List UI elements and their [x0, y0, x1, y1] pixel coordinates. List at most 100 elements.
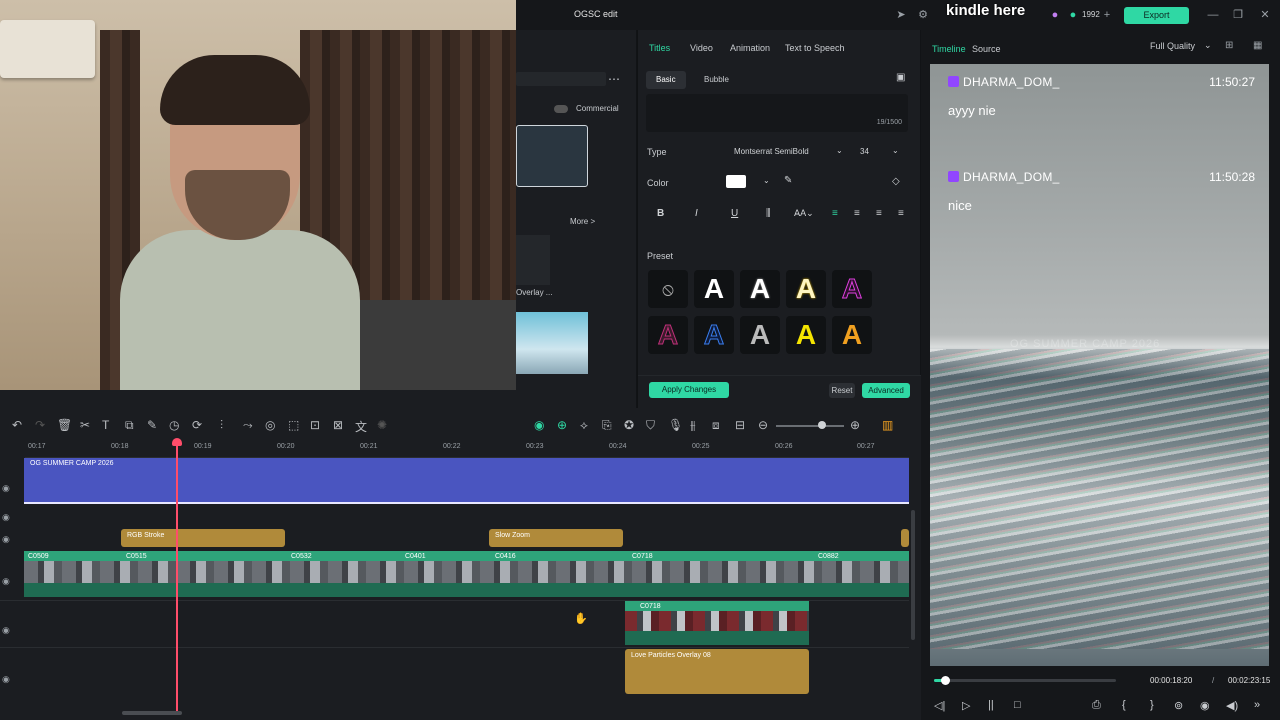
apply-changes-button[interactable]: Apply Changes — [649, 382, 729, 398]
zoom-slider-handle[interactable] — [818, 421, 826, 429]
main-video-track[interactable] — [24, 551, 909, 597]
preset-yellow[interactable]: A — [786, 316, 826, 354]
sticker-thumbnail[interactable] — [516, 312, 588, 374]
eyedropper-icon[interactable]: ✎ — [784, 175, 792, 186]
marker-tool-icon[interactable]: ⎘ — [602, 418, 612, 433]
chevron-down-icon[interactable]: ⌄ — [763, 176, 770, 185]
zoom-out-icon[interactable]: ⊖ — [758, 418, 768, 432]
render-icon[interactable]: ⊚ — [1174, 699, 1183, 712]
font-size-dropdown[interactable]: 34 — [860, 147, 869, 156]
vertical-scrollbar[interactable] — [911, 510, 915, 640]
snap-icon[interactable]: ⊕ — [557, 418, 567, 432]
overlay-thumbnail[interactable] — [516, 235, 550, 285]
tab-animation[interactable]: Animation — [730, 43, 770, 53]
keyframe-tool-icon[interactable]: ⟡ — [580, 418, 588, 433]
delete-icon[interactable]: 🗑 — [57, 418, 72, 432]
undo-icon[interactable]: ↶ — [12, 418, 22, 432]
preset-white-shadow[interactable]: A — [740, 270, 780, 308]
shield-icon[interactable]: ⛉ — [646, 418, 655, 433]
eye-icon[interactable]: ◉ — [2, 625, 10, 636]
pen-icon[interactable]: ✎ — [147, 418, 157, 432]
redo-icon[interactable]: ↷ — [35, 418, 45, 432]
eye-icon[interactable]: ◉ — [2, 534, 10, 545]
eye-icon[interactable]: ◉ — [2, 674, 10, 685]
preset-silver[interactable]: A — [740, 316, 780, 354]
eye-icon[interactable]: ◉ — [2, 483, 10, 494]
letter-spacing-icon[interactable]: ⫼ — [766, 208, 771, 219]
ai-icon[interactable]: ⟳ — [192, 418, 202, 432]
preset-blue-outline[interactable]: A — [694, 316, 734, 354]
reset-button[interactable]: Reset — [829, 383, 855, 398]
export-button[interactable]: Export — [1124, 7, 1189, 24]
text-case-icon[interactable]: ꓮA⌄ — [794, 208, 814, 219]
effect-clip-rgb-stroke[interactable]: RGB Stroke — [121, 529, 285, 547]
justify-icon[interactable]: ≡ — [898, 208, 904, 219]
export-frame-icon[interactable]: ⊠ — [333, 418, 343, 432]
title-clip[interactable]: OG SUMMER CAMP 2026 — [24, 458, 909, 504]
snapshot-icon[interactable]: ▦ — [1253, 40, 1262, 51]
preview-scrubber[interactable] — [934, 679, 1116, 682]
advanced-button[interactable]: Advanced — [862, 383, 910, 398]
motion-icon[interactable]: ⤳ — [243, 418, 253, 433]
more-options-icon[interactable]: ⋯ — [608, 72, 620, 86]
send-icon[interactable]: ➤ — [894, 8, 908, 22]
pause-icon[interactable]: || — [988, 699, 994, 711]
preset-orange[interactable]: A — [832, 316, 872, 354]
align-right-icon[interactable]: ≡ — [876, 208, 882, 219]
settings-icon[interactable]: ⚙ — [916, 8, 930, 22]
align-center-icon[interactable]: ≡ — [854, 208, 860, 219]
effect-clip-slow-zoom[interactable]: Slow Zoom — [489, 529, 623, 547]
eye-icon[interactable]: ◉ — [2, 512, 10, 523]
commercial-toggle[interactable] — [554, 105, 568, 113]
scrubber-handle[interactable] — [940, 676, 950, 685]
preset-pink-outline[interactable]: A — [832, 270, 872, 308]
save-preset-icon[interactable]: ▣ — [896, 72, 905, 83]
expand-icon[interactable]: » — [1254, 699, 1260, 711]
tab-text-to-speech[interactable]: Text to Speech — [785, 43, 845, 53]
selected-thumbnail[interactable] — [516, 125, 588, 187]
restore-icon[interactable]: ❐ — [1231, 8, 1245, 22]
auto-edit-icon[interactable]: ◉ — [534, 418, 544, 432]
zoom-slider[interactable] — [776, 425, 844, 427]
font-dropdown[interactable]: Montserrat SemiBold — [734, 147, 809, 156]
mark-out-icon[interactable]: } — [1150, 699, 1154, 711]
audio-split-icon[interactable]: ⫶ — [220, 418, 223, 433]
avatar-icon[interactable]: ● — [1048, 8, 1062, 22]
stabilize-icon[interactable]: ⬚ — [288, 418, 299, 432]
marker-icon[interactable]: ⎙ — [1092, 699, 1101, 712]
split-icon[interactable]: ✂ — [80, 418, 90, 432]
preset-white[interactable]: A — [694, 270, 734, 308]
eye-icon[interactable]: ◉ — [2, 576, 10, 587]
subtab-basic[interactable]: Basic — [646, 71, 686, 89]
preset-cream[interactable]: A — [786, 270, 826, 308]
italic-icon[interactable]: I — [695, 208, 698, 219]
search-bar[interactable] — [516, 72, 606, 86]
minimize-icon[interactable]: — — [1206, 8, 1220, 22]
previous-frame-icon[interactable]: ◁| — [934, 699, 945, 712]
stop-icon[interactable]: □ — [1014, 699, 1021, 711]
preset-dark-magenta[interactable]: A — [648, 316, 688, 354]
freeze-icon[interactable]: ⊡ — [310, 418, 320, 432]
close-icon[interactable]: ✕ — [1258, 8, 1272, 22]
more-link[interactable]: More > — [570, 217, 595, 226]
effect-clip-edge[interactable] — [901, 529, 909, 547]
playhead[interactable] — [176, 440, 178, 712]
tab-source[interactable]: Source — [972, 44, 1001, 54]
add-icon[interactable]: + — [1100, 8, 1114, 22]
caption-icon[interactable]: ⊟ — [735, 418, 745, 432]
crop-icon[interactable]: ⧉ — [125, 418, 134, 433]
replace-icon[interactable]: ⧈ — [712, 418, 720, 433]
translate-icon[interactable]: 文 — [355, 418, 367, 435]
color-swatch[interactable] — [726, 175, 746, 188]
grid-icon[interactable]: ⊞ — [1225, 40, 1233, 51]
title-text-input[interactable]: 19/1500 — [646, 94, 908, 132]
microphone-icon[interactable]: 🎙 — [668, 418, 683, 432]
speed-icon[interactable]: ◷ — [169, 418, 179, 432]
effects-icon[interactable]: ✺ — [377, 418, 387, 432]
mixer-icon[interactable]: ⫵ — [690, 418, 696, 433]
keyframe-icon[interactable]: ◇ — [892, 176, 900, 187]
audio-meter-icon[interactable]: ▥ — [882, 418, 893, 432]
quality-dropdown[interactable]: Full Quality — [1150, 41, 1195, 51]
overlay-effect-clip[interactable]: Love Particles Overlay 08 — [625, 649, 809, 694]
mark-in-icon[interactable]: { — [1122, 699, 1126, 711]
